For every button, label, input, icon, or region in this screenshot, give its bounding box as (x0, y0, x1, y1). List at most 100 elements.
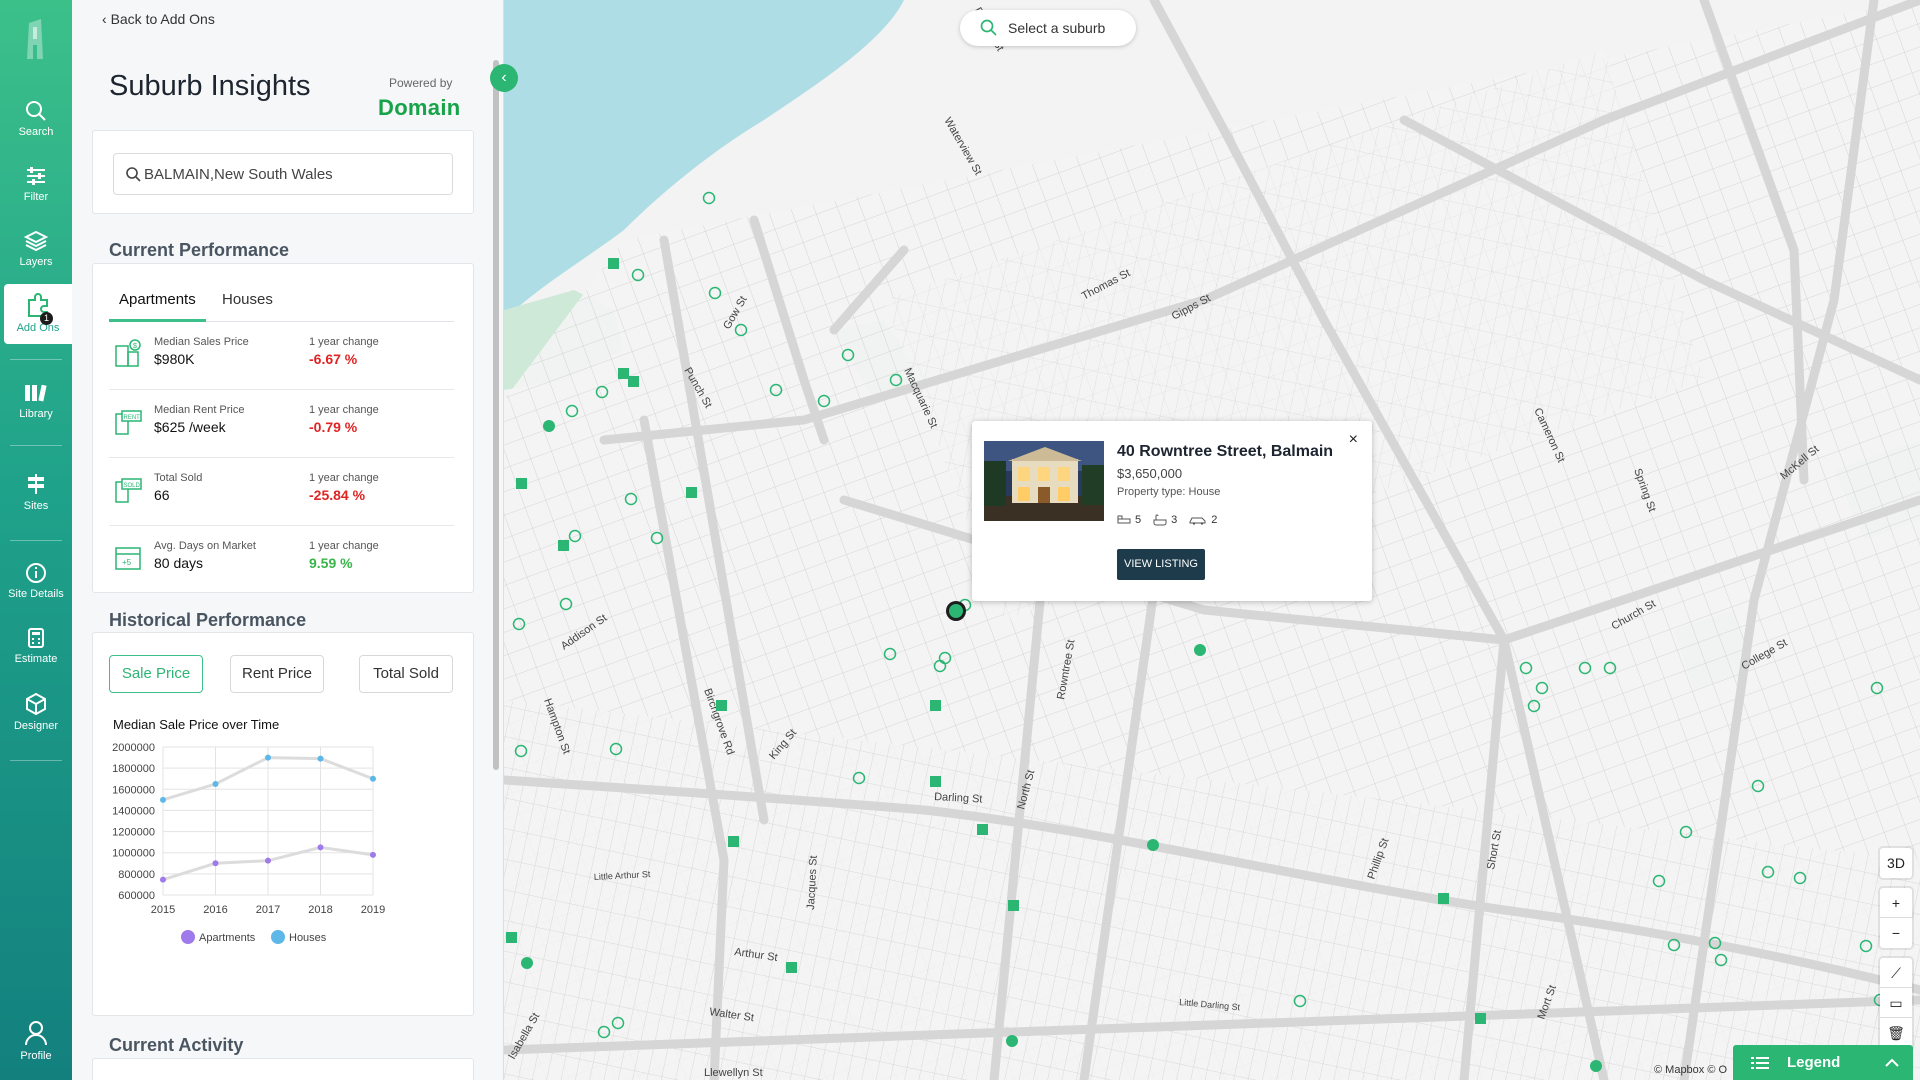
x-tick-label: 2017 (256, 904, 280, 916)
listing-marker-dot (1590, 1060, 1602, 1072)
suburb-search-input[interactable]: BALMAIN,New South Wales (113, 153, 453, 195)
data-point (212, 860, 219, 867)
rail-sites[interactable]: Sites (0, 464, 72, 524)
cars-count: 2 (1211, 514, 1218, 526)
rail-label: Search (18, 126, 54, 138)
metric-value: $980K (154, 351, 195, 367)
rail-estimate[interactable]: Estimate (0, 619, 72, 679)
draw-polygon-button[interactable]: ▭ (1880, 988, 1912, 1018)
toggle-3d-button[interactable]: 3D (1880, 848, 1912, 878)
svg-text:+5: +5 (122, 558, 132, 567)
property-type: Property type: House (1117, 486, 1221, 498)
change-label: 1 year change (309, 540, 379, 552)
metric-median-rent-price: RENT Median Rent Price $625 /week 1 year… (109, 390, 454, 458)
rail-divider (10, 540, 62, 541)
listing-marker-square (686, 487, 697, 498)
app-logo[interactable] (0, 0, 72, 78)
listing-marker-square (786, 962, 797, 973)
search-icon (26, 101, 46, 121)
sold-building-icon: SOLD (115, 478, 142, 503)
search-icon (980, 19, 997, 36)
x-tick-label: 2018 (308, 904, 332, 916)
legend-toggle[interactable]: Legend (1733, 1045, 1913, 1080)
rail-search[interactable]: Search (0, 92, 72, 152)
historical-performance-heading: Historical Performance (109, 610, 307, 630)
library-icon (25, 384, 47, 402)
domain-logo: Domain (378, 95, 461, 120)
listing-marker-dot (521, 957, 533, 969)
close-popup-button[interactable]: × (1349, 431, 1358, 449)
rail-label: Designer (13, 720, 59, 732)
rail-add-ons[interactable]: 1 Add Ons (4, 284, 72, 344)
y-tick-label: 1600000 (112, 784, 155, 796)
change-value: -0.79 % (309, 419, 358, 435)
tab-houses[interactable]: Houses (212, 286, 283, 322)
zoom-out-button[interactable]: − (1880, 918, 1912, 948)
delete-drawing-button[interactable]: 🗑 (1880, 1018, 1912, 1048)
map-view[interactable]: Darling St Rowntree St Thomas St Gipps S… (504, 0, 1920, 1080)
property-type-tabs: Apartments Houses (109, 286, 454, 322)
chart-title: Median Sale Price over Time (113, 717, 280, 732)
rail-layers[interactable]: Layers (0, 222, 72, 282)
property-features: 5 3 2 (1117, 514, 1217, 526)
chevron-left-icon: ‹ (102, 11, 107, 27)
rail-divider (10, 359, 62, 360)
rail-library[interactable]: Library (0, 374, 72, 434)
svg-text:RENT: RENT (124, 415, 141, 421)
metric-value: $625 /week (154, 419, 226, 435)
sale-price-button[interactable]: Sale Price (109, 655, 203, 693)
y-tick-label: 1400000 (112, 805, 155, 817)
map-3d-control: 3D (1880, 848, 1912, 878)
tab-apartments[interactable]: Apartments (109, 286, 206, 322)
listing-marker-square (618, 368, 629, 379)
data-point (212, 781, 219, 787)
info-icon (26, 563, 46, 583)
listing-marker-square (506, 932, 517, 943)
metric-total-sold: SOLD Total Sold 66 1 year change -25.84 … (109, 458, 454, 526)
rail-designer[interactable]: Designer (0, 684, 72, 744)
draw-line-button[interactable]: ⟋ (1880, 958, 1912, 988)
car-spaces: 2 (1189, 514, 1217, 526)
rail-label: Sites (23, 500, 49, 512)
collapse-panel-button[interactable]: ‹ (490, 64, 518, 92)
listing-marker-square (558, 540, 569, 551)
map-attribution[interactable]: © Mapbox © O (1654, 1064, 1727, 1076)
change-label: 1 year change (309, 404, 379, 416)
zoom-in-button[interactable]: + (1880, 888, 1912, 918)
beds-count: 5 (1135, 514, 1142, 526)
legend-label: Legend (1787, 1054, 1841, 1071)
house-photo-image (984, 441, 1104, 521)
rail-label: Layers (19, 256, 53, 268)
panel-scrollbar[interactable] (493, 60, 499, 770)
metric-label: Avg. Days on Market (154, 540, 256, 552)
back-link-label: Back to Add Ons (110, 11, 215, 27)
signpost-icon (28, 474, 44, 494)
current-activity-heading: Current Activity (109, 1035, 244, 1055)
icon-rail: Search Filter Layers 1 Add Ons Library S… (0, 0, 72, 1080)
calendar-icon: +5 (115, 547, 141, 570)
rent-price-button[interactable]: Rent Price (230, 655, 324, 693)
rail-filter[interactable]: Filter (0, 157, 72, 217)
rail-profile[interactable]: Profile (0, 1012, 72, 1072)
line-tool-icon: ⟋ (1891, 965, 1901, 981)
view-listing-button[interactable]: VIEW LISTING (1117, 549, 1205, 580)
bath-icon (1153, 514, 1167, 526)
map-zoom-controls: + − (1880, 888, 1912, 948)
property-photo[interactable] (984, 441, 1104, 521)
metric-value: 80 days (154, 555, 204, 571)
metric-avg-days-on-market: +5 Avg. Days on Market 80 days 1 year ch… (109, 526, 454, 594)
rent-building-icon: RENT (115, 410, 142, 435)
current-performance-card: Apartments Houses $ Median Sales Price $… (92, 263, 474, 593)
car-icon (1189, 517, 1206, 525)
listing-marker-square (1008, 900, 1019, 911)
app-logo-icon (27, 19, 43, 59)
total-sold-button[interactable]: Total Sold (359, 655, 453, 693)
data-point (265, 857, 271, 864)
legend-label: Apartments (199, 932, 256, 944)
map-suburb-search[interactable]: Select a suburb (960, 10, 1136, 46)
current-activity-card (92, 1058, 474, 1080)
median-sale-price-chart: 600000 800000 1000000 1200000 1400000 1600000… (112, 742, 385, 944)
listing-marker-square (628, 376, 639, 387)
rail-site-details[interactable]: Site Details (0, 554, 72, 614)
back-to-add-ons-link[interactable]: ‹ Back to Add Ons (102, 11, 215, 27)
